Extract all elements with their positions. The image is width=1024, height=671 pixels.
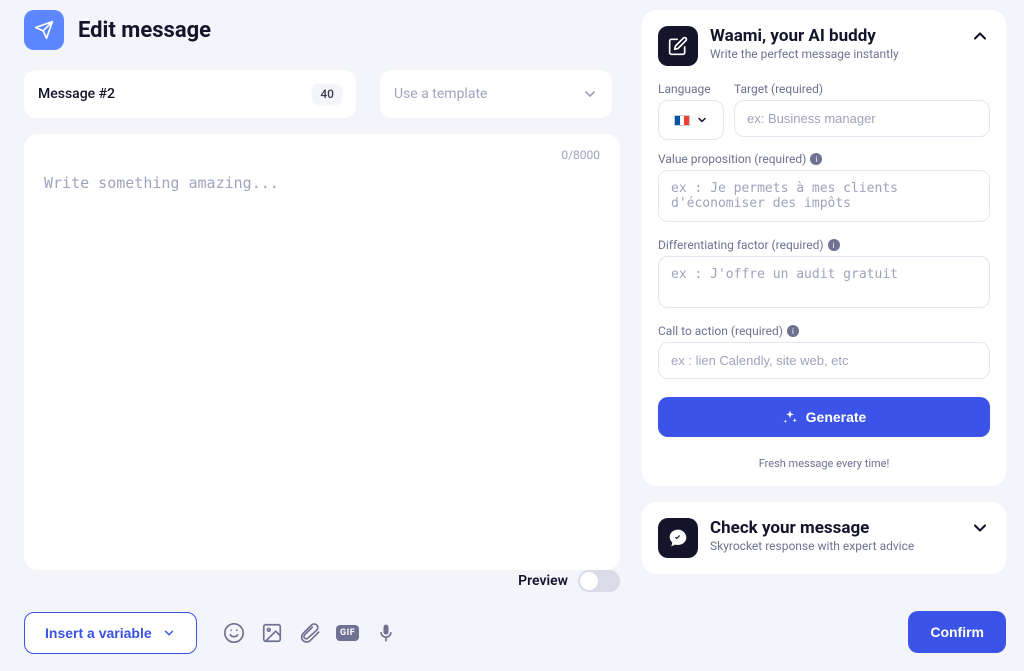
info-icon[interactable]: i (828, 239, 840, 251)
value-label: Value proposition (required) i (658, 152, 990, 166)
confirm-button[interactable]: Confirm (908, 611, 1006, 653)
cta-label: Call to action (required) i (658, 324, 990, 338)
message-chip[interactable]: Message #2 40 (24, 70, 356, 118)
info-icon[interactable]: i (787, 325, 799, 337)
template-placeholder: Use a template (394, 86, 487, 102)
preview-label: Preview (518, 573, 568, 589)
message-editor: 0/8000 (24, 134, 620, 570)
message-chip-label: Message #2 (38, 86, 115, 102)
page-title: Edit message (78, 18, 211, 43)
chevron-down-icon (696, 114, 708, 126)
diff-label: Differentiating factor (required) i (658, 238, 990, 252)
language-label: Language (658, 82, 724, 96)
template-select[interactable]: Use a template (380, 70, 612, 118)
chevron-down-icon (582, 86, 598, 102)
check-message-icon (658, 518, 698, 558)
char-counter: 0/8000 (561, 148, 600, 162)
collapse-ai-panel[interactable] (970, 26, 990, 46)
check-panel[interactable]: Check your message Skyrocket response wi… (642, 502, 1006, 574)
target-label: Target (required) (734, 82, 990, 96)
gif-icon[interactable]: GIF (337, 622, 359, 644)
check-panel-subtitle: Skyrocket response with expert advice (710, 539, 958, 553)
image-icon[interactable] (261, 622, 283, 644)
send-icon (24, 10, 64, 50)
sparkle-icon (782, 409, 798, 425)
fresh-note: Fresh message every time! (658, 457, 990, 470)
generate-label: Generate (806, 409, 867, 425)
generate-button[interactable]: Generate (658, 397, 990, 437)
flag-fr-icon (674, 115, 690, 126)
insert-variable-button[interactable]: Insert a variable (24, 612, 197, 654)
ai-panel-subtitle: Write the perfect message instantly (710, 47, 958, 61)
target-input[interactable] (734, 100, 990, 137)
message-chip-badge: 40 (312, 84, 342, 104)
ai-panel: Waami, your AI buddy Write the perfect m… (642, 10, 1006, 486)
attachment-icon[interactable] (299, 622, 321, 644)
language-select[interactable] (658, 100, 724, 140)
insert-variable-label: Insert a variable (45, 625, 152, 641)
mic-icon[interactable] (375, 622, 397, 644)
diff-input[interactable] (658, 256, 990, 308)
ai-panel-title: Waami, your AI buddy (710, 26, 958, 46)
chevron-down-icon (162, 626, 176, 640)
confirm-label: Confirm (930, 624, 984, 640)
info-icon[interactable]: i (810, 153, 822, 165)
expand-check-panel[interactable] (970, 518, 990, 538)
emoji-icon[interactable] (223, 622, 245, 644)
cta-input[interactable] (658, 342, 990, 379)
edit-icon (658, 26, 698, 66)
preview-toggle[interactable] (578, 570, 620, 592)
message-textarea[interactable] (44, 174, 600, 554)
value-input[interactable] (658, 170, 990, 222)
check-panel-title: Check your message (710, 518, 958, 538)
